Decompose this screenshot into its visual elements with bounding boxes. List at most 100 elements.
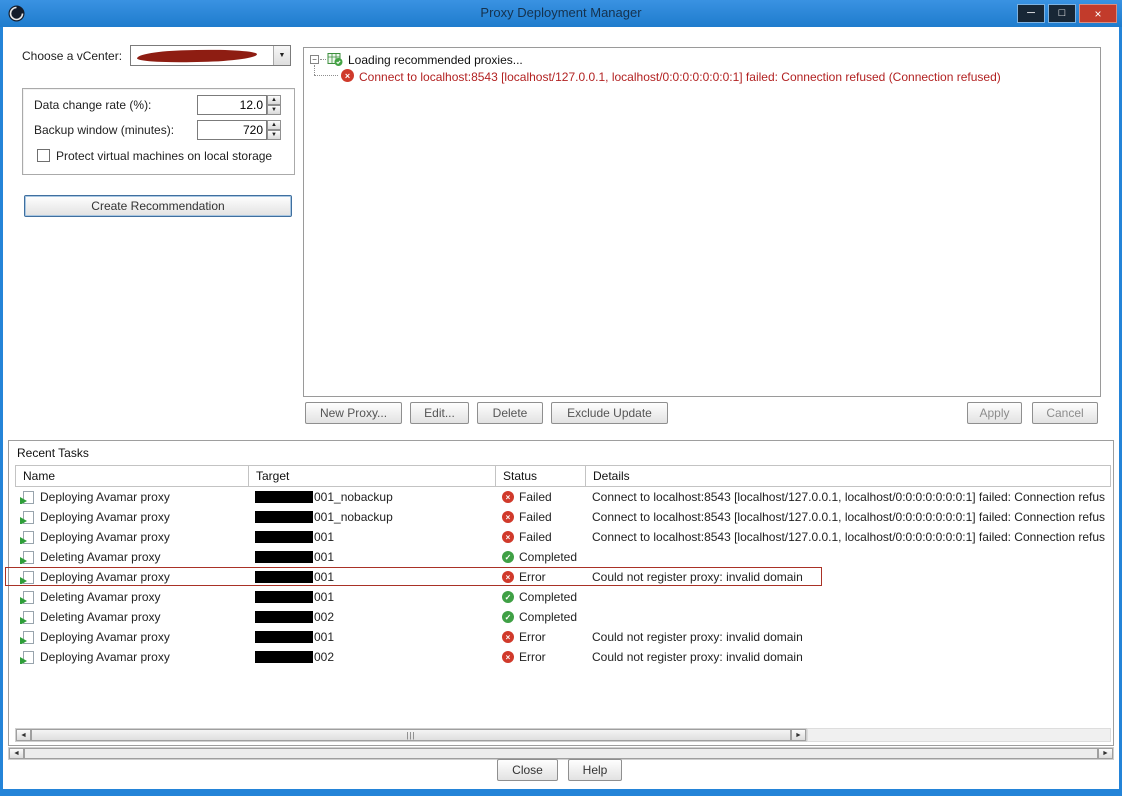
minimize-button[interactable]: ─ xyxy=(1017,4,1045,23)
table-row[interactable]: Deploying Avamar proxy 002 × Error Could… xyxy=(15,647,1111,667)
scrollbar-thumb[interactable] xyxy=(24,748,1098,759)
cancel-button[interactable]: Cancel xyxy=(1032,402,1098,424)
table-row[interactable]: Deleting Avamar proxy 001 ✓ Completed xyxy=(15,587,1111,607)
recommended-proxies-icon xyxy=(327,51,343,70)
help-button[interactable]: Help xyxy=(568,759,622,781)
spinner-down-icon[interactable]: ▼ xyxy=(267,105,281,115)
protect-local-storage-checkbox[interactable] xyxy=(37,149,50,162)
redaction-bar xyxy=(255,591,313,603)
dialog-content: Choose a vCenter: ▼ Data change rate (%)… xyxy=(3,27,1119,789)
tree-error-node[interactable]: Connect to localhost:8543 [localhost/127… xyxy=(359,70,1001,84)
new-proxy-button[interactable]: New Proxy... xyxy=(305,402,402,424)
task-target-suffix: 002 xyxy=(314,650,334,664)
task-status: Completed xyxy=(519,590,577,604)
window-title: Proxy Deployment Manager xyxy=(0,5,1122,20)
table-row[interactable]: Deploying Avamar proxy 001_nobackup × Fa… xyxy=(15,507,1111,527)
task-details: Could not register proxy: invalid domain xyxy=(592,650,803,664)
error-icon: × xyxy=(341,69,354,82)
delete-button[interactable]: Delete xyxy=(477,402,543,424)
column-header-name[interactable]: Name xyxy=(16,466,249,486)
vcenter-selected-value xyxy=(131,46,273,65)
edit-button[interactable]: Edit... xyxy=(410,402,469,424)
spinner-up-icon[interactable]: ▲ xyxy=(267,95,281,105)
task-icon xyxy=(23,651,34,664)
redaction-bar xyxy=(255,551,313,563)
redaction-bar xyxy=(255,491,313,503)
task-name: Deploying Avamar proxy xyxy=(40,630,170,644)
status-icon: × xyxy=(502,571,514,583)
task-target-suffix: 002 xyxy=(314,610,334,624)
task-icon xyxy=(23,551,34,564)
close-button[interactable]: × xyxy=(1079,4,1117,23)
task-status: Completed xyxy=(519,610,577,624)
data-change-rate-input[interactable] xyxy=(197,95,267,115)
task-name: Deleting Avamar proxy xyxy=(40,590,161,604)
dialog-horizontal-scrollbar[interactable]: ◄ ► xyxy=(8,747,1114,760)
recent-tasks-rows: Deploying Avamar proxy 001_nobackup × Fa… xyxy=(15,487,1111,667)
spinner-down-icon[interactable]: ▼ xyxy=(267,130,281,140)
table-row[interactable]: Deploying Avamar proxy 001 × Error Could… xyxy=(15,627,1111,647)
table-horizontal-scrollbar[interactable]: ◄ ||| ► xyxy=(15,728,807,742)
status-icon: × xyxy=(502,631,514,643)
protect-local-storage-label: Protect virtual machines on local storag… xyxy=(56,149,272,163)
tree-collapse-toggle[interactable]: − xyxy=(310,55,319,64)
exclude-update-button[interactable]: Exclude Update xyxy=(551,402,668,424)
task-name: Deploying Avamar proxy xyxy=(40,530,170,544)
task-target-suffix: 001 xyxy=(314,590,334,604)
table-row[interactable]: Deploying Avamar proxy 001 × Failed Conn… xyxy=(15,527,1111,547)
redaction-bar xyxy=(255,651,313,663)
tree-connector xyxy=(314,75,338,76)
task-name: Deleting Avamar proxy xyxy=(40,550,161,564)
task-status: Failed xyxy=(519,530,552,544)
table-row[interactable]: Deleting Avamar proxy 002 ✓ Completed xyxy=(15,607,1111,627)
task-target-suffix: 001 xyxy=(314,570,334,584)
tree-connector xyxy=(314,65,315,75)
task-status: Error xyxy=(519,570,546,584)
task-status: Failed xyxy=(519,510,552,524)
recent-tasks-panel: Recent Tasks Name Target Status Details … xyxy=(8,440,1114,746)
task-details: Connect to localhost:8543 [localhost/127… xyxy=(592,530,1105,544)
vcenter-combobox[interactable]: ▼ xyxy=(130,45,291,66)
scroll-right-icon[interactable]: ► xyxy=(1098,748,1113,759)
status-icon: ✓ xyxy=(502,551,514,563)
scrollbar-thumb[interactable]: ||| xyxy=(31,729,791,741)
recent-tasks-title: Recent Tasks xyxy=(17,446,89,460)
tree-connector xyxy=(320,59,326,60)
task-details: Could not register proxy: invalid domain xyxy=(592,570,803,584)
status-icon: × xyxy=(502,491,514,503)
scrollbar-grip-icon: ||| xyxy=(406,731,415,740)
chevron-down-icon[interactable]: ▼ xyxy=(273,46,290,65)
data-change-rate-spinner: ▲ ▼ xyxy=(197,95,281,115)
status-icon: × xyxy=(502,531,514,543)
column-header-status[interactable]: Status xyxy=(496,466,586,486)
table-row[interactable]: Deploying Avamar proxy 001 × Error Could… xyxy=(15,567,1111,587)
scroll-right-icon[interactable]: ► xyxy=(791,729,806,741)
close-dialog-button[interactable]: Close xyxy=(497,759,558,781)
redaction-scribble xyxy=(137,49,257,64)
tree-root-node[interactable]: Loading recommended proxies... xyxy=(348,53,523,67)
table-row[interactable]: Deploying Avamar proxy 001_nobackup × Fa… xyxy=(15,487,1111,507)
window-controls: ─ □ × xyxy=(1017,4,1117,23)
maximize-button[interactable]: □ xyxy=(1048,4,1076,23)
status-icon: × xyxy=(502,651,514,663)
scroll-left-icon[interactable]: ◄ xyxy=(9,748,24,759)
task-target-suffix: 001 xyxy=(314,530,334,544)
column-header-target[interactable]: Target xyxy=(249,466,496,486)
task-details: Connect to localhost:8543 [localhost/127… xyxy=(592,490,1105,504)
spinner-up-icon[interactable]: ▲ xyxy=(267,120,281,130)
create-recommendation-button[interactable]: Create Recommendation xyxy=(24,195,292,217)
column-header-details[interactable]: Details xyxy=(586,466,1110,486)
scroll-left-icon[interactable]: ◄ xyxy=(16,729,31,741)
apply-button[interactable]: Apply xyxy=(967,402,1022,424)
redaction-bar xyxy=(255,631,313,643)
backup-window-input[interactable] xyxy=(197,120,267,140)
backup-window-spinner: ▲ ▼ xyxy=(197,120,281,140)
task-target-suffix: 001 xyxy=(314,550,334,564)
table-row[interactable]: Deleting Avamar proxy 001 ✓ Completed xyxy=(15,547,1111,567)
recommendation-tree-panel: − Loading recommended proxies... × Conne… xyxy=(303,47,1101,397)
status-icon: × xyxy=(502,511,514,523)
task-icon xyxy=(23,511,34,524)
task-name: Deleting Avamar proxy xyxy=(40,610,161,624)
data-change-rate-label: Data change rate (%): xyxy=(34,98,151,112)
backup-window-label: Backup window (minutes): xyxy=(34,123,174,137)
